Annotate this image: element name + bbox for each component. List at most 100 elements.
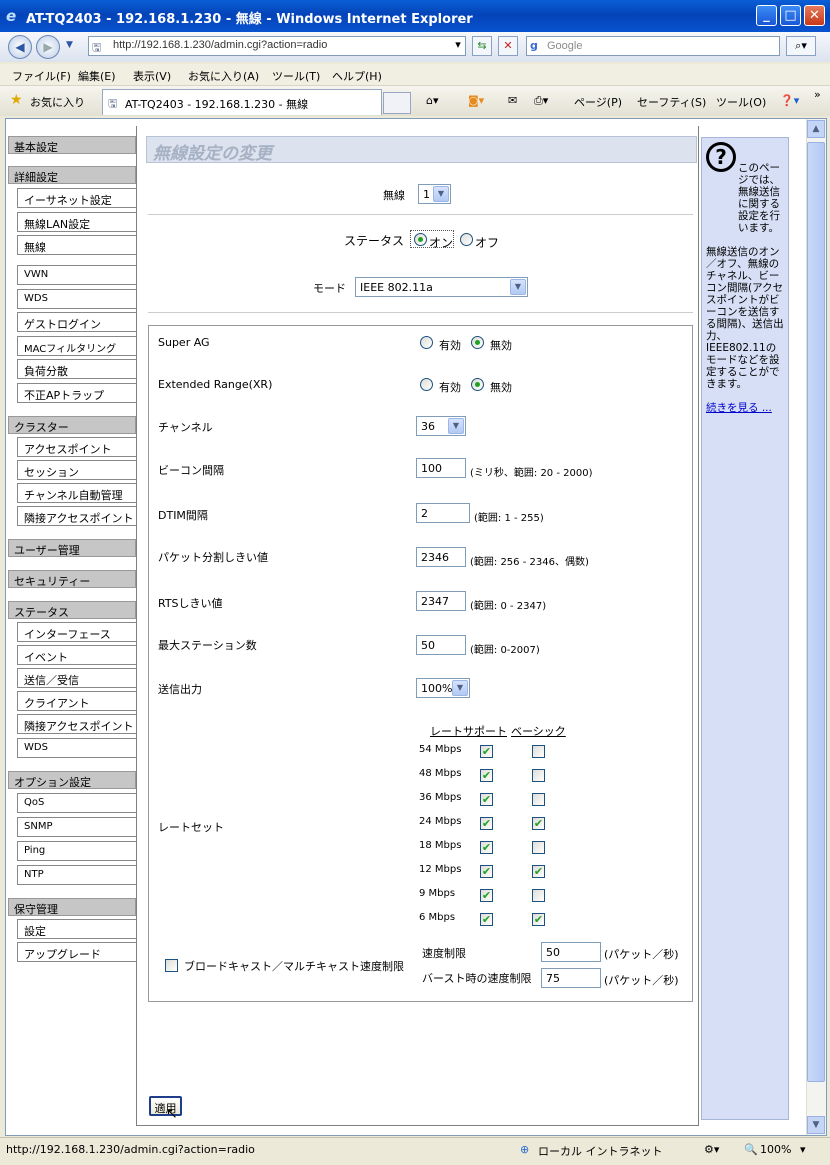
feeds-icon[interactable]: ◙▾ — [468, 94, 484, 107]
protected-mode-icon[interactable]: ⚙▾ — [704, 1143, 719, 1156]
sidebar-item-clients[interactable]: クライアント — [17, 691, 136, 711]
status-zoom[interactable]: 100% — [760, 1143, 791, 1156]
sidebar-item-neighbor-ap-status[interactable]: 隣接アクセスポイント — [17, 714, 136, 734]
sidebar-item-access-points[interactable]: アクセスポイント — [17, 437, 136, 457]
maximize-button[interactable]: □ — [780, 5, 801, 26]
bcast-limit-checkbox[interactable] — [165, 959, 178, 972]
rate-supported-checkbox[interactable]: ✔ — [480, 745, 493, 758]
minimize-button[interactable]: _ — [756, 5, 777, 26]
rate-limit-input[interactable]: 50 — [541, 942, 601, 962]
favorites-button[interactable]: お気に入り — [30, 94, 85, 110]
frag-input[interactable]: 2346 — [416, 547, 466, 567]
scroll-down-icon[interactable]: ▼ — [807, 1116, 825, 1134]
rate-supported-checkbox[interactable]: ✔ — [480, 817, 493, 830]
sidebar-item-rogue[interactable]: 不正APトラップ — [17, 383, 136, 403]
sidebar-item-load[interactable]: 負荷分散 — [17, 359, 136, 379]
page-menu[interactable]: ページ(P) — [574, 94, 622, 110]
tools-menu[interactable]: ツール(O) — [716, 94, 766, 110]
sidebar-item-settings[interactable]: 設定 — [17, 919, 136, 939]
menu-edit[interactable]: 編集(E) — [78, 68, 116, 84]
sidebar-item-ntp[interactable]: NTP — [17, 865, 136, 885]
rate-supported-checkbox[interactable]: ✔ — [480, 841, 493, 854]
rate-basic-checkbox[interactable] — [532, 745, 545, 758]
sidebar-item-radio[interactable]: 無線 — [17, 235, 137, 255]
rate-supported-checkbox[interactable]: ✔ — [480, 889, 493, 902]
sidebar-group-security[interactable]: セキュリティー — [8, 570, 136, 588]
stop-icon[interactable]: ✕ — [498, 36, 518, 56]
forward-icon[interactable]: ▶ — [36, 35, 60, 59]
sidebar-group-basic[interactable]: 基本設定 — [8, 136, 136, 154]
sidebar-item-guest[interactable]: ゲストログイン — [17, 312, 136, 332]
sidebar-item-wlan[interactable]: 無線LAN設定 — [17, 212, 136, 232]
home-icon[interactable]: ⌂▾ — [426, 94, 439, 107]
menu-favorites[interactable]: お気に入り(A) — [188, 68, 259, 84]
zoom-icon[interactable]: 🔍 — [744, 1143, 758, 1156]
menu-file[interactable]: ファイル(F) — [12, 68, 71, 84]
zoom-dropdown-icon[interactable]: ▾ — [800, 1143, 806, 1156]
sidebar-item-mac[interactable]: MACフィルタリング — [17, 336, 136, 356]
sidebar-item-ethernet[interactable]: イーサネット設定 — [17, 188, 136, 208]
sidebar-item-upgrade[interactable]: アップグレード — [17, 942, 136, 962]
print-icon[interactable]: ⎙▾ — [534, 94, 548, 108]
safety-menu[interactable]: セーフティ(S) — [637, 94, 706, 110]
burst-limit-input[interactable]: 75 — [541, 968, 601, 988]
sidebar-item-interfaces[interactable]: インターフェース — [17, 622, 136, 642]
history-dropdown-icon[interactable]: ▼ — [66, 40, 73, 50]
dtim-input[interactable]: 2 — [416, 503, 470, 523]
address-dropdown-icon[interactable]: ▾ — [448, 36, 468, 56]
rate-basic-checkbox[interactable] — [532, 769, 545, 782]
mode-select[interactable]: IEEE 802.11a ▼ — [355, 277, 528, 297]
menu-help[interactable]: ヘルプ(H) — [332, 68, 382, 84]
more-chevron-icon[interactable]: » — [814, 88, 821, 101]
rate-basic-checkbox[interactable] — [532, 793, 545, 806]
rate-supported-checkbox[interactable]: ✔ — [480, 793, 493, 806]
power-select[interactable]: 100% ▼ — [416, 678, 470, 698]
sidebar-item-txrx[interactable]: 送信／受信 — [17, 668, 136, 688]
sidebar-item-neighbor-ap[interactable]: 隣接アクセスポイント — [17, 506, 136, 526]
rate-supported-checkbox[interactable]: ✔ — [480, 769, 493, 782]
search-button[interactable]: ⌕▾ — [786, 36, 816, 56]
sidebar-group-options[interactable]: オプション設定 — [8, 771, 136, 789]
rts-input[interactable]: 2347 — [416, 591, 466, 611]
sidebar-item-sessions[interactable]: セッション — [17, 460, 136, 480]
rate-basic-checkbox[interactable]: ✔ — [532, 865, 545, 878]
super-ag-disable-radio[interactable] — [471, 336, 484, 349]
new-tab-button[interactable] — [383, 92, 411, 114]
status-off-radio[interactable] — [460, 233, 473, 246]
rate-basic-checkbox[interactable]: ✔ — [532, 817, 545, 830]
help-more-link[interactable]: 続きを見る ... — [706, 402, 772, 414]
search-input[interactable]: Google — [526, 36, 780, 56]
sidebar-item-snmp[interactable]: SNMP — [17, 817, 136, 837]
menu-view[interactable]: 表示(V) — [133, 68, 171, 84]
xr-disable-radio[interactable] — [471, 378, 484, 391]
scroll-up-icon[interactable]: ▲ — [807, 120, 825, 138]
browser-tab[interactable]: AT-TQ2403 - 192.168.1.230 - 無線 — [102, 89, 382, 115]
close-button[interactable]: ✕ — [804, 5, 825, 26]
sidebar-group-user-mgmt[interactable]: ユーザー管理 — [8, 539, 136, 557]
rate-basic-checkbox[interactable] — [532, 841, 545, 854]
sidebar-group-maintenance[interactable]: 保守管理 — [8, 898, 136, 916]
sidebar-item-wds-status[interactable]: WDS — [17, 738, 136, 758]
mail-icon[interactable]: ✉ — [508, 94, 517, 107]
rate-basic-checkbox[interactable]: ✔ — [532, 913, 545, 926]
address-input[interactable]: http://192.168.1.230/admin.cgi?action=ra… — [88, 36, 466, 56]
super-ag-enable-radio[interactable] — [420, 336, 433, 349]
status-on-radio[interactable] — [414, 233, 427, 246]
sidebar-group-cluster[interactable]: クラスター — [8, 416, 136, 434]
sidebar-group-status[interactable]: ステータス — [8, 601, 136, 619]
rate-supported-checkbox[interactable]: ✔ — [480, 913, 493, 926]
sidebar-item-channel-mgmt[interactable]: チャンネル自動管理 — [17, 483, 136, 503]
rate-basic-checkbox[interactable] — [532, 889, 545, 902]
sidebar-group-advanced[interactable]: 詳細設定 — [8, 166, 136, 184]
rate-supported-checkbox[interactable]: ✔ — [480, 865, 493, 878]
channel-select[interactable]: 36 ▼ — [416, 416, 466, 436]
xr-enable-radio[interactable] — [420, 378, 433, 391]
sidebar-item-vwn[interactable]: VWN — [17, 265, 136, 285]
sidebar-item-events[interactable]: イベント — [17, 645, 136, 665]
sidebar-item-wds[interactable]: WDS — [17, 289, 136, 309]
sidebar-item-ping[interactable]: Ping — [17, 841, 136, 861]
scroll-thumb[interactable] — [807, 142, 825, 1082]
help-icon[interactable]: ❓▾ — [780, 94, 799, 107]
refresh-icon[interactable]: ⇆ — [472, 36, 492, 56]
radio-select[interactable]: 1 ▼ — [418, 184, 451, 204]
